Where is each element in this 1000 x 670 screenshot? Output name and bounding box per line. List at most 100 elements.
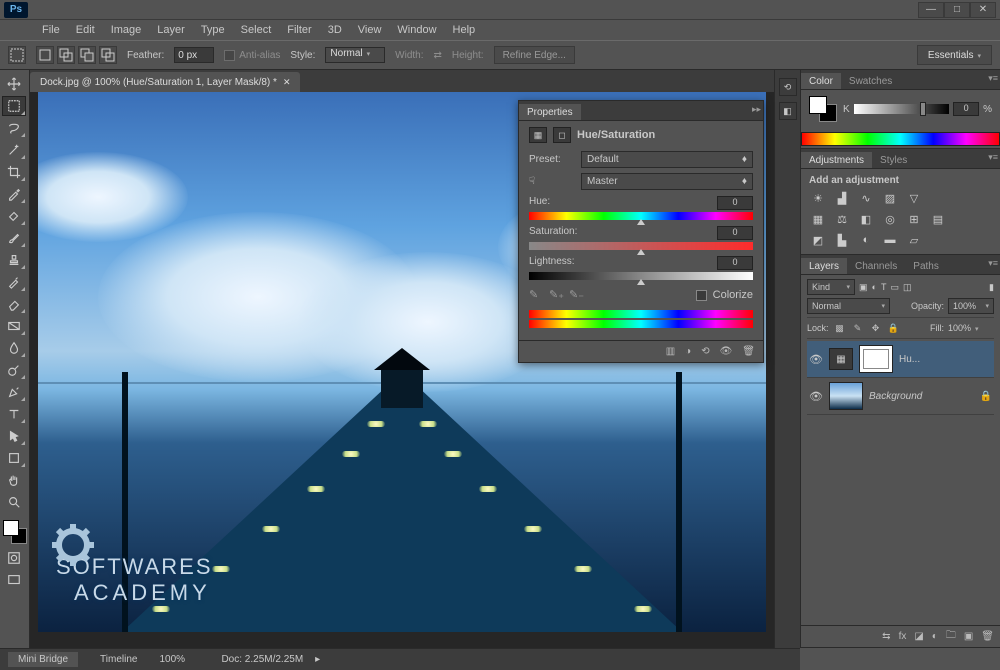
brightness-icon[interactable]: ☀ (809, 190, 827, 206)
move-tool-icon[interactable] (2, 74, 26, 94)
filter-pixel-icon[interactable]: ▣ (859, 282, 868, 293)
filter-type-icon[interactable]: T (881, 282, 887, 292)
brush-tool-icon[interactable] (2, 228, 26, 248)
eyedropper-icon[interactable]: ✎ (529, 288, 543, 302)
opacity-input[interactable]: 100% (948, 298, 994, 314)
timeline-tab[interactable]: Timeline (90, 652, 147, 667)
clip-icon[interactable]: ▥ (666, 346, 675, 357)
visibility-icon[interactable]: 👁 (720, 346, 733, 357)
tab-properties[interactable]: Properties (519, 104, 581, 120)
eyedropper-add-icon[interactable]: ✎₊ (549, 288, 563, 302)
path-select-tool-icon[interactable] (2, 426, 26, 446)
feather-input[interactable] (174, 47, 214, 63)
saturation-value[interactable]: 0 (717, 226, 753, 240)
wand-tool-icon[interactable] (2, 140, 26, 160)
menu-select[interactable]: Select (233, 22, 280, 38)
group-icon[interactable]: 🗀 (946, 628, 956, 645)
tab-adjustments[interactable]: Adjustments (801, 152, 872, 168)
stamp-tool-icon[interactable] (2, 250, 26, 270)
menu-view[interactable]: View (350, 22, 390, 38)
visibility-icon[interactable]: 👁 (809, 353, 823, 366)
eraser-tool-icon[interactable] (2, 294, 26, 314)
menu-layer[interactable]: Layer (149, 22, 193, 38)
lock-pos-icon[interactable]: ✥ (869, 321, 883, 335)
panel-menu-icon[interactable]: ▾≡ (988, 152, 998, 163)
menu-window[interactable]: Window (389, 22, 444, 38)
add-selection-icon[interactable] (57, 46, 75, 64)
intersect-selection-icon[interactable] (99, 46, 117, 64)
link-layers-icon[interactable]: ⇆ (882, 631, 890, 642)
layer-row[interactable]: 👁 Background 🔒 (807, 378, 994, 415)
tab-color[interactable]: Color (801, 73, 841, 89)
doc-info-chevron-icon[interactable]: ▸ (315, 654, 320, 665)
saturation-slider[interactable] (529, 242, 753, 250)
tab-paths[interactable]: Paths (905, 258, 947, 274)
document-tab[interactable]: Dock.jpg @ 100% (Hue/Saturation 1, Layer… (30, 72, 300, 92)
filter-shape-icon[interactable]: ▭ (890, 282, 899, 293)
layer-name[interactable]: Hu... (899, 354, 992, 365)
panel-collapse-icon[interactable]: ▸▸ (752, 104, 761, 115)
heal-tool-icon[interactable] (2, 206, 26, 226)
type-tool-icon[interactable] (2, 404, 26, 424)
hue-value[interactable]: 0 (717, 196, 753, 210)
tab-channels[interactable]: Channels (847, 258, 905, 274)
style-select[interactable]: Normal (325, 47, 385, 63)
color-swatches[interactable] (3, 520, 27, 544)
adj-layer-icon[interactable]: ◐ (932, 631, 938, 642)
tool-preset-icon[interactable] (8, 46, 26, 64)
menu-help[interactable]: Help (445, 22, 484, 38)
channel-select[interactable]: Master♦ (581, 173, 753, 190)
lasso-tool-icon[interactable] (2, 118, 26, 138)
tab-layers[interactable]: Layers (801, 258, 847, 274)
history-dock-icon[interactable]: ⟲ (779, 78, 797, 96)
k-value[interactable]: 0 (953, 102, 979, 116)
trash-icon[interactable]: 🗑 (981, 631, 994, 642)
visibility-icon[interactable]: 👁 (809, 390, 823, 403)
color-picker-swatch[interactable] (809, 96, 837, 122)
close-tab-icon[interactable]: ✕ (283, 77, 291, 88)
menu-filter[interactable]: Filter (279, 22, 319, 38)
trash-icon[interactable]: 🗑 (742, 346, 755, 357)
marquee-tool-icon[interactable] (2, 96, 26, 116)
zoom-tool-icon[interactable] (2, 492, 26, 512)
screenmode-icon[interactable] (2, 570, 26, 590)
zoom-level[interactable]: 100% (159, 654, 209, 665)
hue-slider[interactable] (529, 212, 753, 220)
selcolor-icon[interactable]: ▱ (905, 232, 923, 248)
lock-paint-icon[interactable]: ✎ (851, 321, 865, 335)
crop-tool-icon[interactable] (2, 162, 26, 182)
tab-swatches[interactable]: Swatches (841, 73, 900, 89)
posterize-icon[interactable]: ▙ (833, 232, 851, 248)
lightness-slider[interactable] (529, 272, 753, 280)
shape-tool-icon[interactable] (2, 448, 26, 468)
invert-icon[interactable]: ◩ (809, 232, 827, 248)
fill-input[interactable]: 100% (948, 323, 994, 333)
pen-tool-icon[interactable] (2, 382, 26, 402)
filter-toggle-icon[interactable]: ▮ (989, 282, 994, 293)
window-close[interactable]: ✕ (970, 2, 996, 18)
exposure-icon[interactable]: ▨ (881, 190, 899, 206)
tab-styles[interactable]: Styles (872, 152, 915, 168)
window-minimize[interactable]: — (918, 2, 944, 18)
bw-icon[interactable]: ◧ (857, 211, 875, 227)
lock-trans-icon[interactable]: ▩ (833, 321, 847, 335)
menu-3d[interactable]: 3D (320, 22, 350, 38)
curves-icon[interactable]: ∿ (857, 190, 875, 206)
menu-file[interactable]: File (34, 22, 68, 38)
properties-dock-icon[interactable]: ◧ (779, 102, 797, 120)
minibridge-tab[interactable]: Mini Bridge (8, 652, 78, 667)
prev-state-icon[interactable]: ◑ (685, 346, 691, 357)
filter-smart-icon[interactable]: ◫ (903, 282, 912, 293)
layer-name[interactable]: Background (869, 391, 974, 402)
new-layer-icon[interactable]: ▣ (964, 631, 973, 642)
photofilter-icon[interactable]: ◎ (881, 211, 899, 227)
eyedropper-tool-icon[interactable] (2, 184, 26, 204)
refine-edge-button[interactable]: Refine Edge... (494, 46, 575, 64)
levels-icon[interactable]: ▟ (833, 190, 851, 206)
workspace-button[interactable]: Essentials (917, 45, 992, 65)
dodge-tool-icon[interactable] (2, 360, 26, 380)
finger-icon[interactable]: ☟ (529, 176, 575, 187)
mask-icon[interactable]: ◪ (914, 631, 923, 642)
preset-select[interactable]: Default♦ (581, 151, 753, 168)
menu-image[interactable]: Image (103, 22, 150, 38)
